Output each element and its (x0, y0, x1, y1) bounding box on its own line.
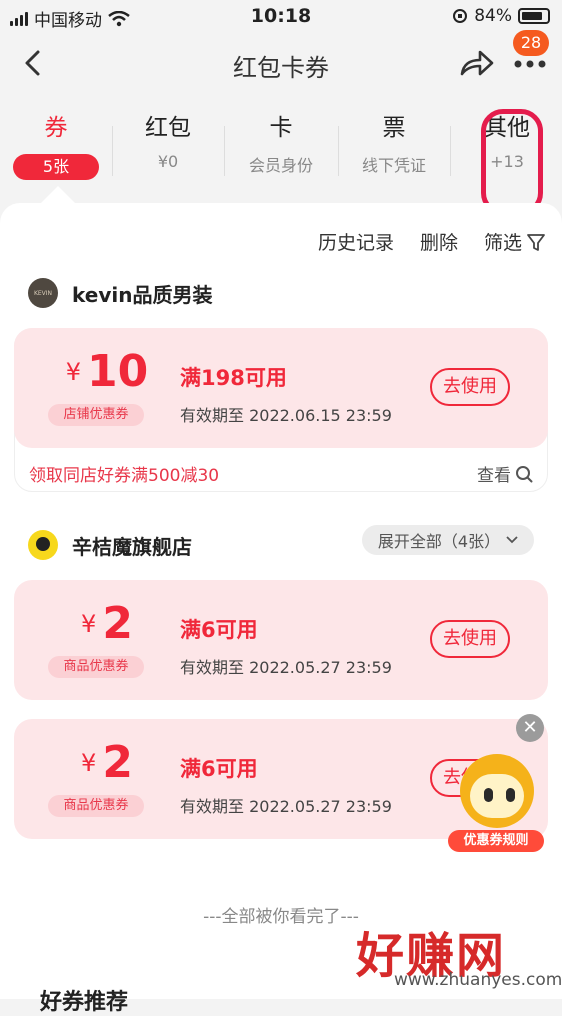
coupon-rules-label: 优惠券规则 (448, 830, 544, 852)
amount-value: 10 (87, 346, 149, 397)
use-button[interactable]: 去使用 (430, 368, 510, 406)
tab-label: 券 (44, 115, 68, 141)
tab-count: 线下凭证 (361, 156, 426, 175)
watermark-url: www.zhuanyes.com (394, 970, 562, 990)
coupon-type: 商品优惠券 (48, 656, 144, 678)
expand-label: 展开全部（4张） (377, 532, 501, 551)
coupon-amount: ¥2 (52, 737, 162, 788)
delete-link[interactable]: 删除 (420, 228, 458, 255)
coupon-amount: ¥2 (52, 598, 162, 649)
status-bar: 中国移动 10:18 84% (0, 0, 562, 36)
category-tabs: 券 5张 红包 ¥0 卡 会员身份 票 线下凭证 其他 +13 (0, 108, 562, 203)
rotation-lock-icon (453, 9, 468, 23)
currency-symbol: ¥ (81, 610, 97, 638)
coupon-condition: 满198可用 (180, 366, 287, 390)
shop-name: kevin品质男装 (72, 282, 213, 307)
tab-label: 卡 (269, 115, 293, 141)
history-link[interactable]: 历史记录 (318, 228, 394, 255)
tab-count: 5张 (13, 154, 99, 180)
chevron-down-icon (506, 536, 518, 544)
tab-divider (224, 126, 225, 176)
tab-count: 会员身份 (248, 156, 313, 175)
currency-symbol: ¥ (81, 749, 97, 777)
more-icon[interactable] (510, 58, 550, 70)
shop-logo: KEVIN (28, 278, 58, 308)
filter-icon (527, 233, 545, 251)
use-button[interactable]: 去使用 (430, 620, 510, 658)
list-toolbar: 历史记录 删除 筛选 (318, 228, 546, 255)
tab-divider (338, 126, 339, 176)
amount-value: 2 (102, 737, 133, 788)
coupon-condition: 满6可用 (180, 618, 258, 642)
check-button[interactable]: 查看 (477, 461, 533, 486)
tab-red-packets[interactable]: 红包 ¥0 (124, 108, 212, 171)
coupon-validity: 有效期至 2022.05.27 23:59 (180, 658, 392, 677)
recommend-title: 好券推荐 (40, 990, 129, 1015)
close-icon[interactable]: ✕ (516, 714, 544, 742)
search-icon (516, 465, 533, 482)
tab-count: ¥0 (157, 152, 179, 171)
notification-badge: 28 (513, 30, 549, 56)
nav-bar: 红包卡券 28 (0, 30, 562, 92)
expand-all-button[interactable]: 展开全部（4张） (362, 525, 534, 555)
coupon-validity: 有效期至 2022.05.27 23:59 (180, 797, 392, 816)
coupon-card: ¥10 店铺优惠券 满198可用 有效期至 2022.06.15 23:59 去… (14, 328, 548, 492)
battery-percent: 84% (474, 6, 512, 26)
coupon-validity: 有效期至 2022.06.15 23:59 (180, 406, 392, 425)
shop-header[interactable]: KEVIN kevin品质男装 (28, 278, 212, 308)
tab-label: 票 (382, 115, 406, 141)
coupon-amount: ¥10 (52, 346, 162, 397)
shop-header[interactable]: 辛桔魔旗舰店 (28, 530, 192, 560)
coupon-condition: 满6可用 (180, 757, 258, 781)
currency-symbol: ¥ (65, 358, 82, 386)
coupon-card: ¥2 商品优惠券 满6可用 有效期至 2022.05.27 23:59 去使用 (14, 580, 548, 700)
tab-cards[interactable]: 卡 会员身份 (236, 108, 326, 176)
promo-link[interactable]: 领取同店好券满500减30 (29, 461, 219, 486)
tab-tickets[interactable]: 票 线下凭证 (348, 108, 440, 176)
battery-icon (518, 8, 550, 24)
tab-coupons[interactable]: 券 5张 (10, 108, 102, 180)
tab-pointer (40, 186, 76, 204)
coupon-rules-widget[interactable]: 优惠券规则 (448, 748, 544, 856)
share-icon[interactable] (458, 46, 496, 80)
tab-label: 红包 (145, 115, 191, 141)
highlight-annotation (481, 109, 543, 215)
tab-divider (450, 126, 451, 176)
filter-label: 筛选 (483, 232, 522, 254)
coupon-type: 店铺优惠券 (48, 404, 144, 426)
shop-logo (28, 530, 58, 560)
tab-divider (112, 126, 113, 176)
check-label: 查看 (477, 466, 511, 486)
amount-value: 2 (102, 598, 133, 649)
shop-name: 辛桔魔旗舰店 (72, 534, 192, 559)
filter-button[interactable]: 筛选 (484, 228, 546, 255)
coupon-type: 商品优惠券 (48, 795, 144, 817)
